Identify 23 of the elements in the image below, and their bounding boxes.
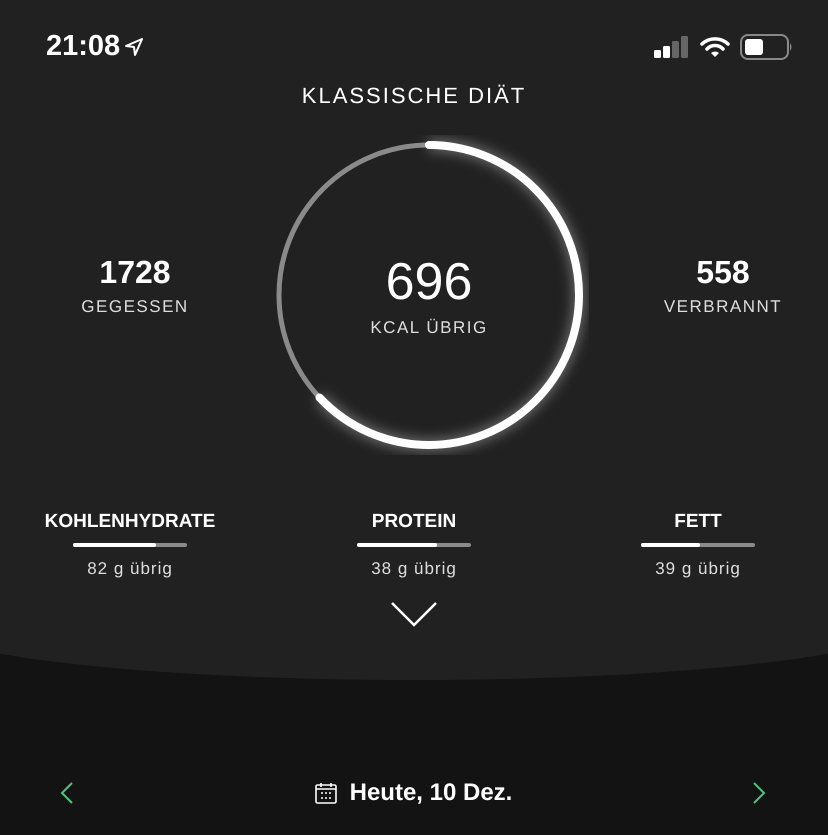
remaining-value: 696 <box>386 252 472 312</box>
wifi-icon <box>700 36 730 58</box>
macro-remaining: 38 g übrig <box>371 559 457 579</box>
calendar-icon <box>314 780 338 804</box>
remaining-label: KCAL ÜBRIG <box>370 318 488 338</box>
burned-label: VERBRANNT <box>664 296 782 316</box>
diet-title: KLASSISCHE DIÄT <box>302 83 526 109</box>
macro-remaining: 39 g übrig <box>655 559 741 579</box>
location-arrow-icon <box>124 36 144 56</box>
clock-time: 21:08 <box>46 30 120 63</box>
macro-name: FETT <box>674 511 722 533</box>
eaten-value: 1728 <box>99 254 171 290</box>
chevron-left-icon[interactable] <box>60 780 74 804</box>
signal-icon <box>654 36 690 58</box>
burned-value: 558 <box>696 254 750 290</box>
macro-name: PROTEIN <box>372 511 456 533</box>
battery-icon <box>740 34 794 60</box>
date-label[interactable]: Heute, 10 Dez. <box>350 778 512 806</box>
macro-name: KOHLENHYDRATE <box>44 511 216 533</box>
chevron-right-icon[interactable] <box>752 780 766 804</box>
chevron-down-icon[interactable] <box>390 601 438 627</box>
macro-remaining: 82 g übrig <box>87 559 173 579</box>
eaten-label: GEGESSEN <box>81 296 189 316</box>
